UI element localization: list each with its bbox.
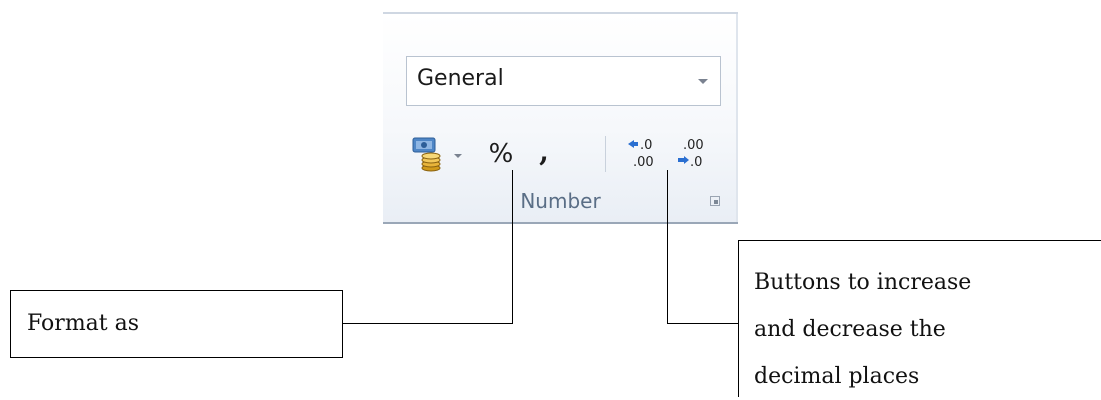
group-label: Number (520, 189, 601, 213)
dialog-launcher-icon[interactable] (710, 196, 720, 206)
decrease-decimal-button[interactable]: .00 .0 (675, 134, 709, 174)
format-as-text: Format as (27, 311, 140, 336)
increase-decimal-icon: .0 .00 (628, 138, 654, 170)
number-ribbon-group: General % , .0 .00 .00 .0 Number (383, 12, 738, 224)
decimal-leader-horizontal (667, 323, 738, 324)
callout-line: decimal places (754, 364, 920, 389)
number-format-buttons: % , .0 .00 .00 .0 (383, 132, 738, 182)
increase-decimal-button[interactable]: .0 .00 (625, 134, 659, 174)
number-format-dropdown[interactable]: General (406, 56, 721, 106)
format-leader-vertical (512, 170, 513, 324)
svg-text:.00: .00 (633, 155, 654, 170)
comma-style-button[interactable]: , (533, 132, 555, 176)
decimal-places-callout: Buttons to increase and decrease the dec… (738, 240, 1101, 397)
svg-text:.00: .00 (683, 138, 704, 153)
callout-line: Buttons to increase (754, 270, 972, 295)
format-leader-horizontal (343, 323, 513, 324)
percent-style-button[interactable]: % (483, 132, 519, 176)
format-as-callout: Format as (10, 290, 343, 358)
button-separator (605, 136, 606, 172)
callout-line: and decrease the (754, 317, 946, 342)
currency-dropdown-arrow-icon[interactable] (454, 154, 462, 158)
svg-text:.0: .0 (690, 155, 702, 170)
accounting-number-format-button[interactable] (411, 132, 447, 176)
accounting-number-format-icon (412, 137, 441, 172)
decrease-decimal-icon: .00 .0 (678, 138, 704, 170)
svg-text:.0: .0 (640, 138, 652, 153)
decimal-leader-vertical (667, 170, 668, 324)
chevron-down-icon[interactable] (698, 79, 708, 84)
number-format-value: General (417, 66, 504, 91)
